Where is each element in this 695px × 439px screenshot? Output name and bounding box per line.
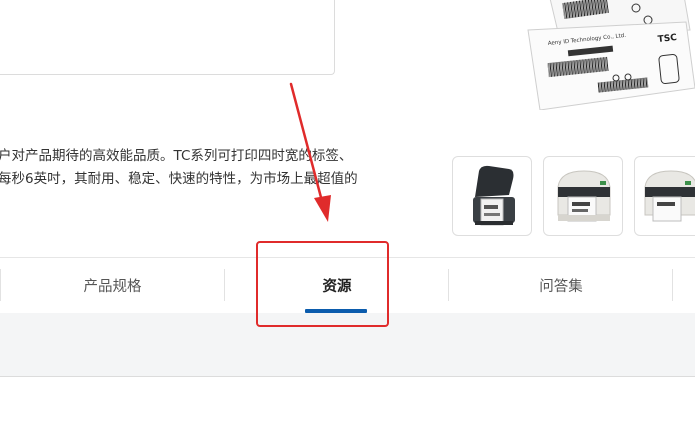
annotation-arrow-icon <box>289 82 331 222</box>
